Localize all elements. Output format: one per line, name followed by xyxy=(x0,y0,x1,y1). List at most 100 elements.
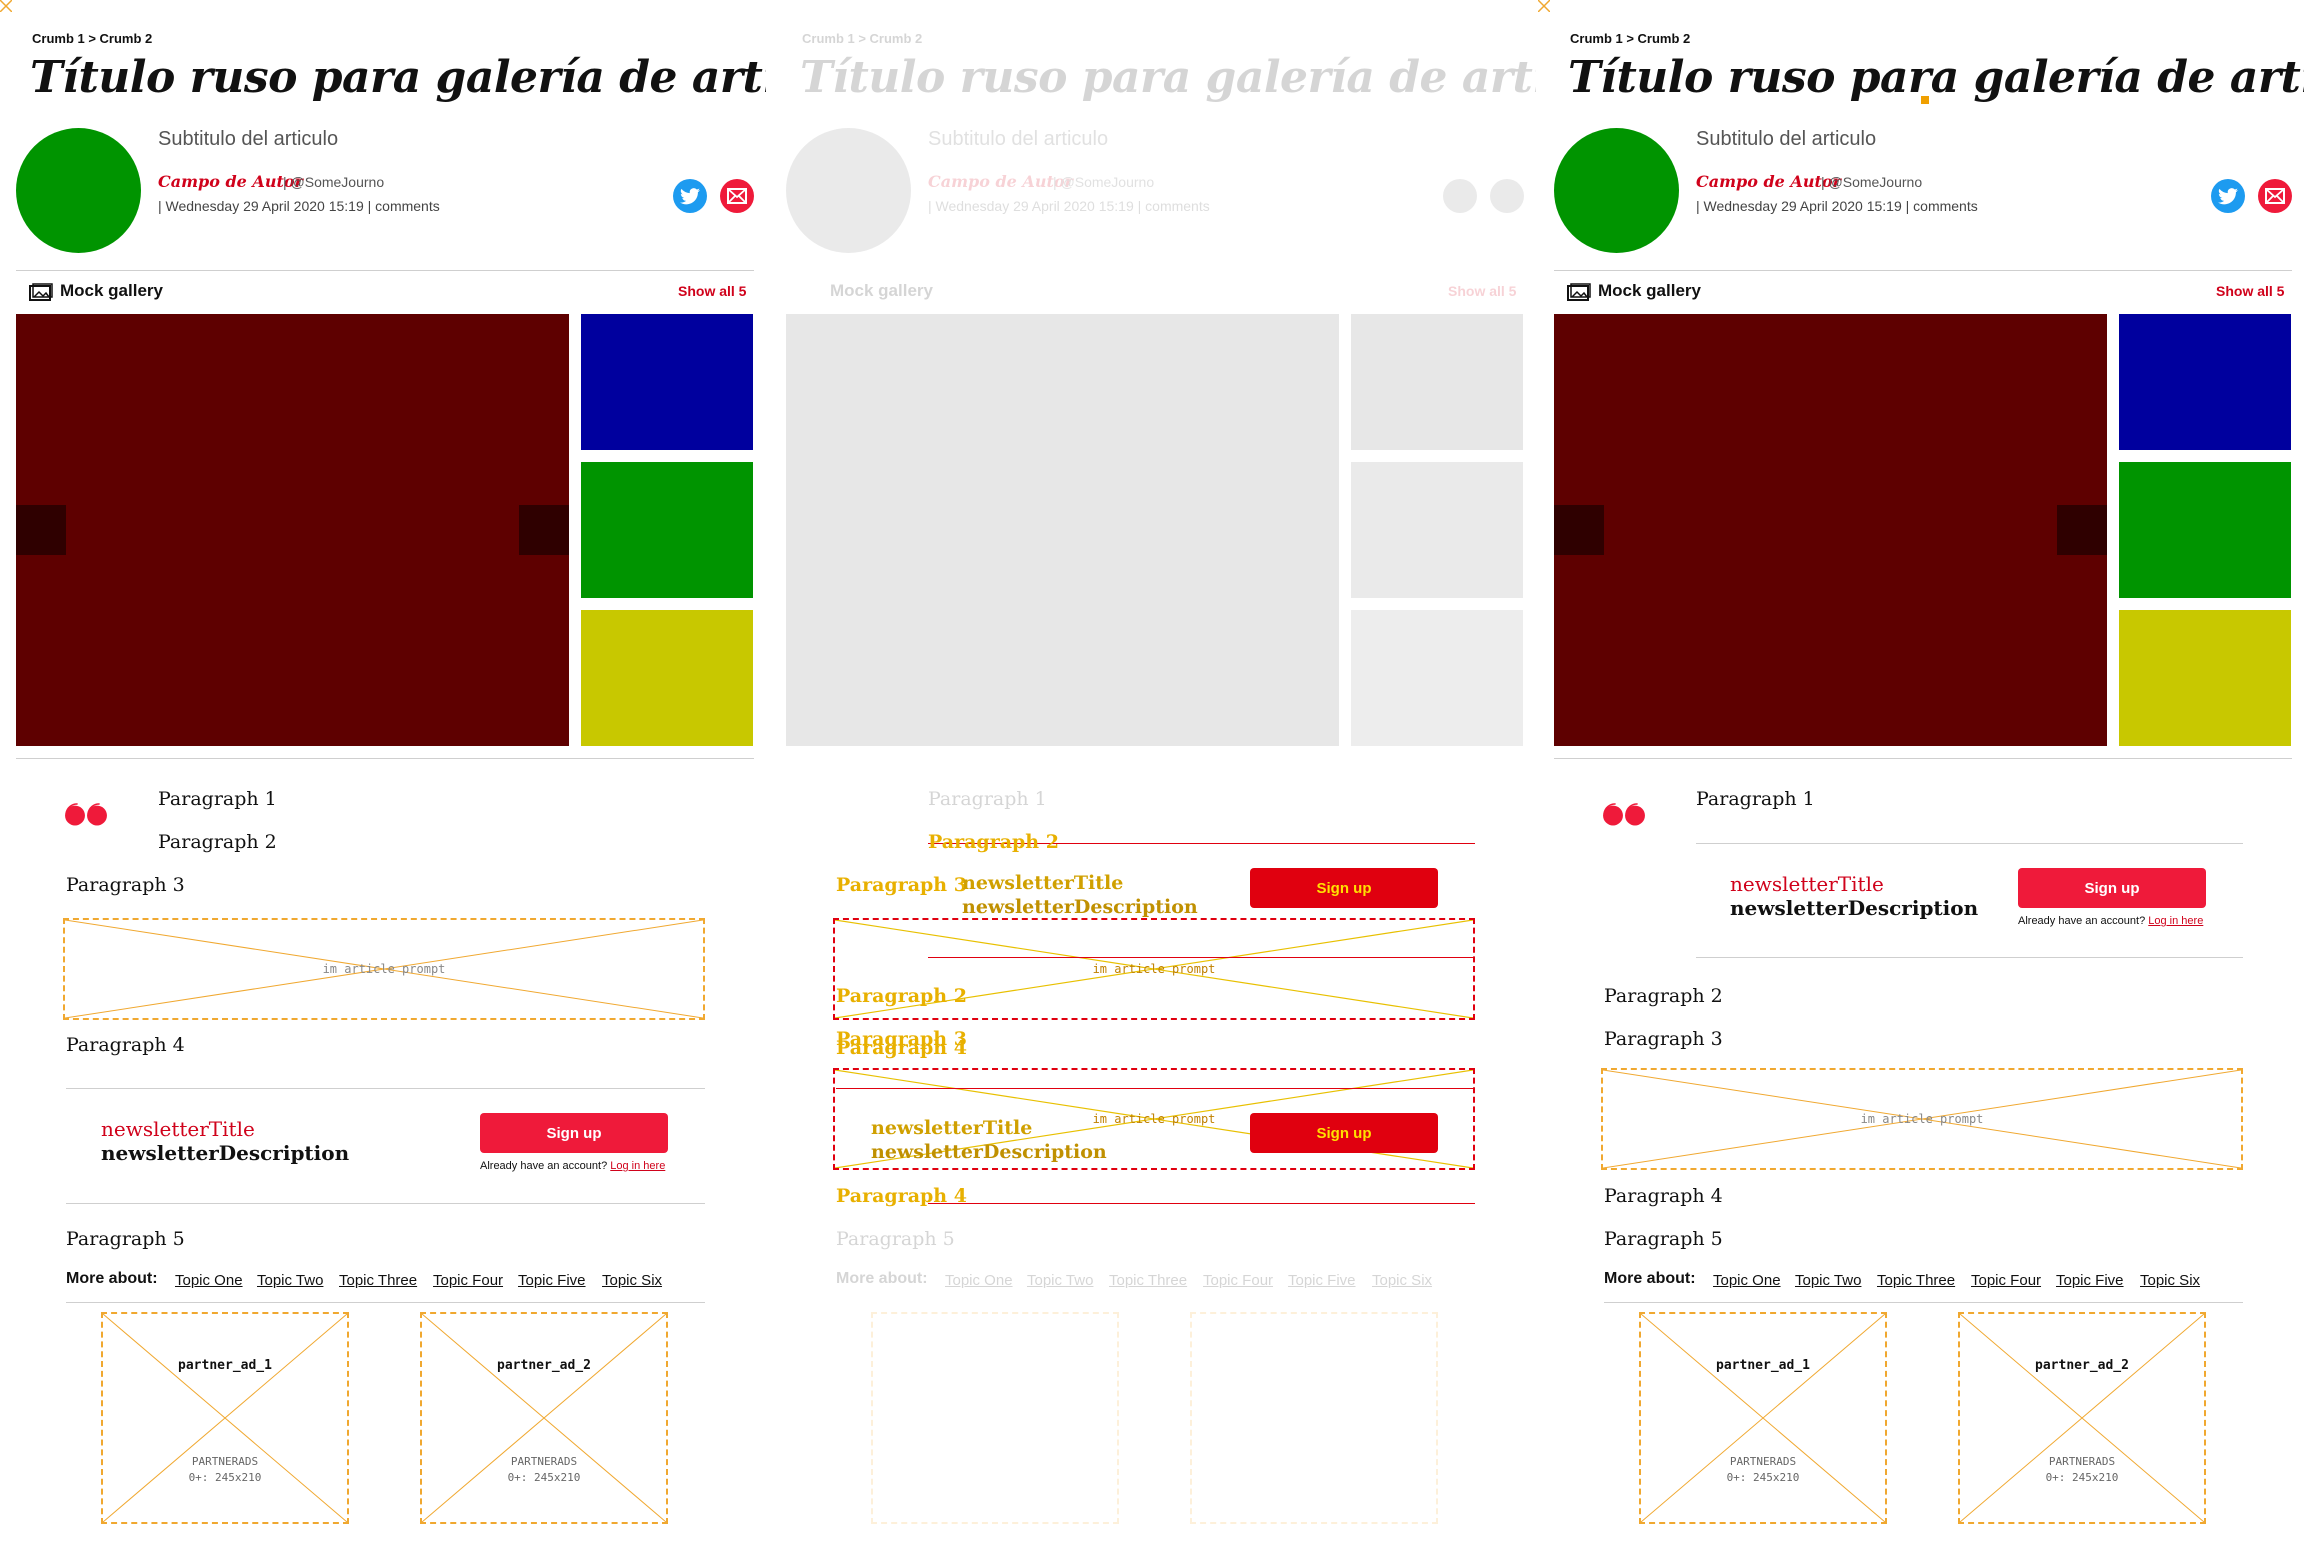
newsletter-title: newsletterTitle xyxy=(101,1117,255,1141)
author-name[interactable]: Campo de Autor xyxy=(1696,172,1841,191)
paragraph-3: Paragraph 3 xyxy=(66,874,185,896)
twitter-share-button xyxy=(1443,179,1477,213)
topic-link[interactable]: Topic Three xyxy=(339,1272,417,1289)
ad-name: partner_ad_2 xyxy=(497,1358,591,1373)
partner-ad-slot[interactable]: partner_ad_1 PARTNERADS 0+: 245x210 xyxy=(1639,1312,1887,1524)
prompt-label: im article prompt xyxy=(1092,962,1216,976)
topic-link[interactable]: Topic Six xyxy=(602,1272,662,1289)
login-prompt-text: Already have an account? xyxy=(2018,915,2146,927)
show-all-link[interactable]: Show all 5 xyxy=(678,283,746,299)
paragraph-4: Paragraph 4 xyxy=(836,1037,967,1059)
login-link[interactable]: Log in here xyxy=(610,1160,665,1172)
article-panel-right: Crumb 1 > Crumb 2 Título ruso para galer… xyxy=(1538,0,2304,1560)
gallery-thumbnail[interactable] xyxy=(581,314,753,450)
paragraph-1: Paragraph 1 xyxy=(158,788,277,810)
partner-ad-slot xyxy=(871,1312,1119,1524)
signup-button: Sign up xyxy=(1250,1113,1438,1153)
signup-button[interactable]: Sign up xyxy=(2018,868,2206,908)
author-handle[interactable]: | @SomeJourno xyxy=(283,174,384,190)
divider xyxy=(1554,270,2292,271)
gallery-thumbnail[interactable] xyxy=(2119,462,2291,598)
ad-partner-label: PARTNERADS xyxy=(2048,1455,2116,1468)
topic-link[interactable]: Topic Three xyxy=(1877,1272,1955,1289)
topic-link[interactable]: Topic Four xyxy=(1971,1272,2041,1289)
email-share-button[interactable] xyxy=(2258,179,2292,213)
divider xyxy=(16,270,754,271)
gallery-thumbnail xyxy=(1351,462,1523,598)
article-prompt-placeholder: im article prompt xyxy=(1601,1068,2243,1170)
topic-link[interactable]: Topic Five xyxy=(518,1272,586,1289)
gallery-label: Mock gallery xyxy=(830,281,933,300)
topic-link[interactable]: Topic Two xyxy=(1795,1272,1861,1289)
author-name[interactable]: Campo de Autor xyxy=(158,172,303,191)
partner-ad-slot xyxy=(1190,1312,1438,1524)
gallery-prev-button[interactable] xyxy=(1554,505,1604,555)
gallery-thumbnail[interactable] xyxy=(581,610,753,746)
title-marker xyxy=(1921,96,1929,104)
signup-button[interactable]: Sign up xyxy=(480,1113,668,1153)
breadcrumb[interactable]: Crumb 1 > Crumb 2 xyxy=(32,31,152,46)
partner-ad-slot[interactable]: partner_ad_2 PARTNERADS 0+: 245x210 xyxy=(420,1312,668,1524)
topic-link[interactable]: Topic One xyxy=(1713,1272,1781,1289)
gallery-thumbnail[interactable] xyxy=(2119,610,2291,746)
article-meta: | Wednesday 29 April 2020 15:19 | commen… xyxy=(158,198,440,214)
paragraph-1: Paragraph 1 xyxy=(928,788,1047,810)
paragraph-1: Paragraph 1 xyxy=(1696,788,1815,810)
article-subtitle: Subtitulo del articulo xyxy=(1696,128,1877,150)
login-prompt-text: Already have an account? xyxy=(480,1160,608,1172)
author-handle: | @SomeJourno xyxy=(1053,174,1155,190)
topic-link[interactable]: Topic Four xyxy=(433,1272,503,1289)
twitter-share-button[interactable] xyxy=(2211,179,2245,213)
topic-link[interactable]: Topic One xyxy=(175,1272,243,1289)
divider xyxy=(1554,758,2292,759)
paragraph-2: Paragraph 2 xyxy=(158,831,277,853)
email-share-button[interactable] xyxy=(720,179,754,213)
ad-size-label: 0+: 245x210 xyxy=(188,1471,262,1484)
paragraph-4: Paragraph 4 xyxy=(66,1034,185,1056)
partner-ad-slot[interactable]: partner_ad_1 PARTNERADS 0+: 245x210 xyxy=(101,1312,349,1524)
paragraph-3: Paragraph 3 xyxy=(1604,1028,1723,1050)
gallery-main-image[interactable] xyxy=(16,314,569,746)
article-meta: | Wednesday 29 April 2020 15:19 | commen… xyxy=(1696,198,1978,214)
article-title: Título ruso para galería de artículos xyxy=(1568,52,2304,103)
topic-link: Topic Six xyxy=(1372,1272,1433,1289)
corner-marker-icon xyxy=(1538,0,1550,12)
login-link[interactable]: Log in here xyxy=(2148,915,2203,927)
topic-link: Topic Four xyxy=(1203,1272,1274,1289)
gallery-label: Mock gallery xyxy=(1598,281,1701,300)
newsletter-description: newsletterDescription xyxy=(871,1141,1107,1163)
paragraph-5: Paragraph 5 xyxy=(66,1228,185,1250)
corner-marker-icon xyxy=(0,0,12,12)
paragraph-2: Paragraph 2 xyxy=(1604,985,1723,1007)
gallery-thumbnail[interactable] xyxy=(581,462,753,598)
show-all-link[interactable]: Show all 5 xyxy=(2216,283,2284,299)
gallery-prev-button[interactable] xyxy=(16,505,66,555)
partner-ad-slot[interactable]: partner_ad_2 PARTNERADS 0+: 245x210 xyxy=(1958,1312,2206,1524)
gallery-icon xyxy=(29,283,53,301)
diff-line xyxy=(836,1088,1475,1089)
gallery-thumbnail xyxy=(1351,610,1523,746)
article-title: Título ruso para galería de artículos xyxy=(800,52,1536,103)
gallery-main-image[interactable] xyxy=(1554,314,2107,746)
author-handle[interactable]: | @SomeJourno xyxy=(1821,174,1922,190)
topic-link[interactable]: Topic Six xyxy=(2140,1272,2200,1289)
mail-icon xyxy=(727,188,747,204)
ad-size-label: 0+: 245x210 xyxy=(1726,1471,1800,1484)
divider xyxy=(1604,1302,2243,1303)
breadcrumb[interactable]: Crumb 1 > Crumb 2 xyxy=(1570,31,1690,46)
gallery-next-button[interactable] xyxy=(519,505,569,555)
gallery-next-button[interactable] xyxy=(2057,505,2107,555)
diff-line xyxy=(928,957,1475,958)
divider xyxy=(1696,957,2243,958)
topic-link[interactable]: Topic Five xyxy=(2056,1272,2124,1289)
gallery-thumbnail[interactable] xyxy=(2119,314,2291,450)
ad-partner-label: PARTNERADS xyxy=(510,1455,578,1468)
article-panel-left: Crumb 1 > Crumb 2 Título ruso para galer… xyxy=(0,0,766,1560)
newsletter-description: newsletterDescription xyxy=(962,896,1198,918)
topic-link: Topic One xyxy=(945,1272,1013,1289)
show-all-link: Show all 5 xyxy=(1448,283,1517,299)
twitter-share-button[interactable] xyxy=(673,179,707,213)
topic-link: Topic Two xyxy=(1027,1272,1094,1289)
topic-link[interactable]: Topic Two xyxy=(257,1272,323,1289)
quote-icon xyxy=(65,803,107,826)
